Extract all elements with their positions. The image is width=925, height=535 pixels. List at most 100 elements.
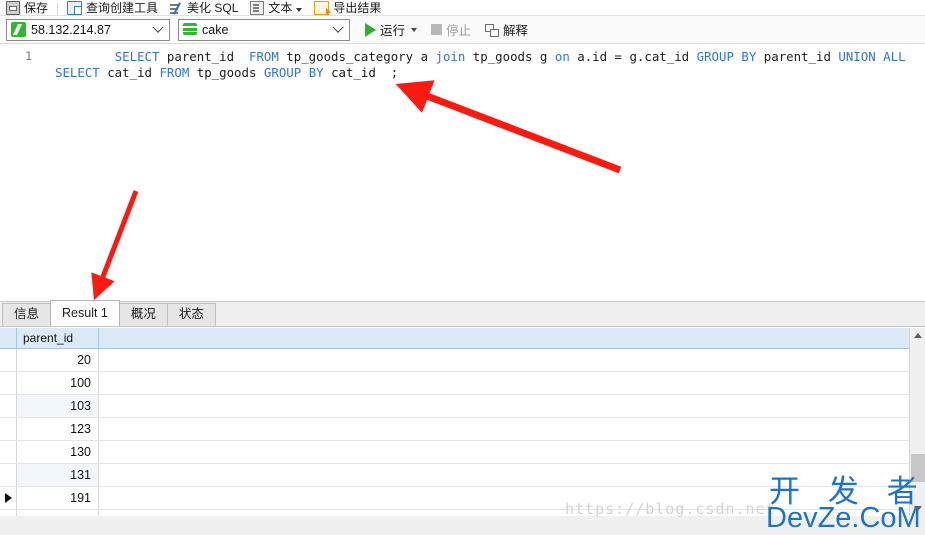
grid-header-row: parent_id — [0, 328, 925, 349]
toolbar-separator-1 — [57, 3, 59, 15]
database-select[interactable]: cake — [178, 18, 350, 41]
table-row[interactable]: 103 — [0, 395, 925, 418]
export-results-icon — [314, 1, 332, 15]
cell-parent-id[interactable]: 103 — [17, 395, 99, 417]
toolbar-button-export-results[interactable]: 导出结果 — [308, 0, 387, 15]
stop-label: 停止 — [446, 24, 472, 38]
sql-token: join — [435, 49, 466, 64]
table-row[interactable]: 130 — [0, 441, 925, 464]
row-filler — [99, 372, 925, 394]
result-tab[interactable]: 信息 — [2, 303, 52, 326]
row-marker[interactable] — [0, 441, 17, 463]
chevron-down-icon — [332, 21, 344, 33]
connection-toolbar: 58.132.214.87 cake 运行 停止 解释 — [0, 16, 925, 44]
sql-token: tp_goods g — [465, 49, 555, 64]
connection-icon — [11, 22, 26, 37]
sql-token: GROUP — [696, 49, 734, 64]
column-header-parent-id[interactable]: parent_id — [17, 328, 99, 348]
result-tab[interactable]: 状态 — [166, 303, 216, 326]
sql-token: parent_id — [756, 49, 839, 64]
current-row-marker[interactable] — [0, 487, 17, 509]
toolbar-button-beautify-sql[interactable]: 美化 SQL — [164, 0, 244, 15]
grid-header-marker-cell — [0, 328, 17, 348]
connection-value: 58.132.214.87 — [31, 22, 111, 37]
row-filler — [99, 441, 925, 463]
chevron-up-icon — [913, 333, 922, 338]
row-marker[interactable] — [0, 349, 17, 371]
row-marker[interactable] — [0, 464, 17, 486]
save-icon — [6, 1, 20, 15]
toolbar-label-text: 文本 — [268, 1, 293, 15]
editor-gutter: 1 — [0, 45, 38, 300]
explain-icon — [485, 23, 500, 37]
chevron-down-icon — [152, 21, 164, 33]
sql-token: SELECT — [55, 65, 100, 80]
toolbar-button-save[interactable]: 保存 — [0, 0, 54, 15]
sql-token: cat_id — [99, 65, 160, 80]
toolbar-label-query-builder: 查询创建工具 — [86, 1, 159, 15]
sql-token: tp_goods_category a — [278, 49, 436, 64]
cell-parent-id[interactable]: 20 — [17, 349, 99, 371]
sql-token: tp_goods — [189, 65, 264, 80]
table-row[interactable]: 20 — [0, 349, 925, 372]
sql-token: cat_id ; — [323, 65, 399, 80]
run-button[interactable]: 运行 — [358, 18, 424, 42]
query-builder-icon — [67, 1, 83, 15]
chevron-down-icon[interactable] — [296, 8, 303, 12]
sql-editor[interactable]: 1 SELECT parent_id FROM tp_goods_categor… — [0, 45, 925, 300]
toolbar-label-export-results: 导出结果 — [333, 1, 382, 15]
sql-token: BY — [308, 65, 324, 80]
sql-token: FROM — [159, 65, 190, 80]
result-tab[interactable]: 概况 — [118, 303, 168, 326]
database-dropdown-arrow[interactable] — [329, 20, 347, 40]
connection-select[interactable]: 58.132.214.87 — [6, 18, 170, 41]
sql-token: GROUP — [263, 65, 302, 80]
result-tab[interactable]: Result 1 — [50, 300, 120, 326]
stop-icon — [431, 24, 443, 35]
sql-token: ALL — [883, 49, 906, 64]
row-filler — [99, 349, 925, 371]
stop-button[interactable]: 停止 — [424, 18, 478, 42]
toolbar-button-text[interactable]: 文本 — [244, 0, 308, 15]
table-row[interactable]: 123 — [0, 418, 925, 441]
cell-parent-id[interactable]: 131 — [17, 464, 99, 486]
grid-header-filler — [99, 328, 925, 348]
watermark-brand-text: DevZe.CoM — [766, 502, 921, 534]
cell-parent-id[interactable]: 130 — [17, 441, 99, 463]
cell-parent-id[interactable]: 100 — [17, 372, 99, 394]
connection-dropdown-arrow[interactable] — [149, 20, 167, 40]
cell-parent-id[interactable]: 191 — [17, 487, 99, 509]
sql-token: BY — [741, 49, 757, 64]
sql-token: on — [554, 49, 570, 64]
watermark-url: https://blog.csdn.net — [565, 500, 776, 518]
sql-token: SELECT — [114, 49, 160, 64]
row-marker[interactable] — [0, 395, 17, 417]
toolbar-button-query-builder[interactable]: 查询创建工具 — [61, 0, 164, 15]
scroll-up-button[interactable] — [910, 328, 925, 343]
chevron-down-icon[interactable] — [411, 27, 418, 32]
sql-token: FROM — [248, 49, 279, 64]
row-filler — [99, 418, 925, 440]
line-number: 1 — [25, 49, 32, 63]
row-filler — [99, 395, 925, 417]
toolbar-label-beautify-sql: 美化 SQL — [187, 1, 239, 15]
beautify-sql-icon — [170, 3, 183, 15]
main-toolbar: 保存 查询创建工具 美化 SQL 文本 导出结果 — [0, 0, 925, 16]
sql-token: parent_id — [159, 49, 249, 64]
run-label: 运行 — [380, 24, 406, 38]
toolbar-label-save: 保存 — [24, 1, 49, 15]
row-marker[interactable] — [0, 418, 17, 440]
database-icon — [183, 22, 197, 37]
text-icon — [250, 1, 265, 15]
table-row[interactable]: 100 — [0, 372, 925, 395]
sql-statement-text[interactable]: SELECT parent_id FROM tp_goods_category … — [55, 49, 925, 81]
cell-parent-id[interactable]: 123 — [17, 418, 99, 440]
row-marker[interactable] — [0, 372, 17, 394]
explain-button[interactable]: 解释 — [478, 18, 535, 42]
database-value: cake — [202, 22, 229, 37]
play-icon — [365, 22, 376, 37]
explain-label: 解释 — [503, 24, 529, 38]
